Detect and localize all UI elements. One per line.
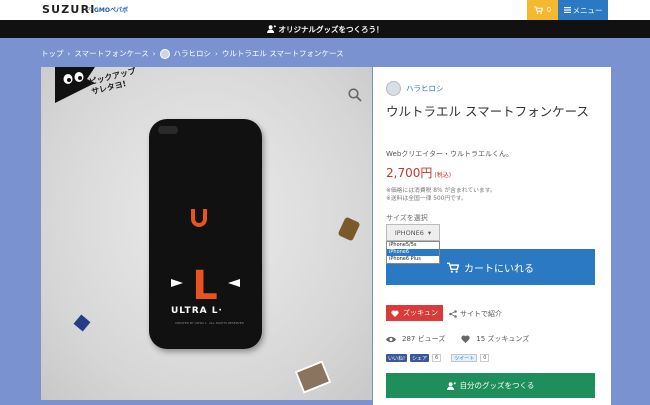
cart-count: 0 [546,6,552,14]
phone-letter-l: L [192,263,218,309]
product-image-panel[interactable]: ピックアップ サレタヨ! L ULTRA L· CREATED BY ULTRA… [41,67,372,400]
tweet-button[interactable]: ツイート [451,354,478,362]
cart-button[interactable]: 0 [527,0,558,20]
size-option[interactable]: iPhone6 [387,249,439,256]
likes-count: 15 ズッキュンズ [476,335,530,343]
facebook-share-button[interactable]: シェア [410,354,430,362]
share-label: サイトで紹介 [460,310,502,318]
product-title: ウルトラエル スマートフォンケース [386,104,589,119]
cart-icon [533,6,543,14]
phone-case-image: L ULTRA L· CREATED BY ULTRA L · ALL RIGH… [149,119,262,349]
add-user-icon [266,25,276,33]
make-own-goods-label: 自分のグッズをつくる [459,381,535,390]
logo-by-text: by [87,6,94,12]
favorite-label: ズッキュン [403,309,438,317]
phone-small-text: CREATED BY ULTRA L · ALL RIGHTS RESERVED [175,321,244,325]
size-select[interactable]: IPHONE6 ▾ [386,224,440,241]
size-selected-value: IPHONE6 [394,228,424,237]
decorative-photo-sticker [294,360,332,394]
hamburger-icon [563,7,571,13]
make-own-goods-button[interactable]: 自分のグッズをつくる [386,373,595,398]
create-goods-banner[interactable]: オリジナルグッズをつくろう！ [0,20,650,38]
cart-icon [447,262,459,273]
shipping-note: ※送料は全国一律 500円です。 [386,196,467,202]
views-count: 287 ビューズ [402,335,446,343]
social-buttons: いいね! シェア 6 ツイート 0 [386,354,490,362]
site-header: SUZURI by GMOペパボ 0 メニュー [0,0,650,20]
share-icon [449,310,457,318]
decorative-sticker-blue [73,314,91,332]
chevron-right-icon: › [67,49,71,58]
breadcrumb-top[interactable]: トップ [41,48,64,59]
product-price: 2,700円 (税込) [386,164,451,181]
breadcrumb-current: ウルトラエル スマートフォンケース [221,49,344,58]
add-to-cart-label: カートにいれる [464,263,534,275]
eye-icon [386,336,396,342]
phone-brand-text: ULTRA L· [171,306,223,316]
creator-avatar [386,81,401,96]
favorite-button[interactable]: ズッキュン [386,305,443,321]
product-info-panel: ハラヒロシ ウルトラエル スマートフォンケース Webクリエイター・ウルトラエル… [373,67,611,405]
size-option[interactable]: iPhone6 Plus [387,256,439,263]
creator-avatar-small [159,48,170,59]
dropdown-arrow-icon: ▾ [427,228,432,237]
facebook-like-button[interactable]: いいね! [386,354,408,362]
price-tax-label: (税込) [434,172,452,179]
breadcrumb: トップ › スマートフォンケース › ハラヒロシ › ウルトラエル スマートフォ… [41,48,344,59]
menu-label: メニュー [572,5,603,15]
product-description: Webクリエイター・ウルトラエルくん。 [386,150,513,158]
search-icon[interactable] [348,88,362,102]
breadcrumb-category[interactable]: スマートフォンケース [74,48,148,59]
heart-icon [391,309,399,317]
size-option[interactable]: iPhone5/5s [387,242,439,249]
add-user-icon [446,381,456,390]
tweet-count: 0 [480,354,490,362]
gmo-pepabo-logo[interactable]: GMOペパボ [94,5,128,14]
share-link[interactable]: サイトで紹介 [449,309,502,319]
breadcrumb-creator[interactable]: ハラヒロシ [174,48,212,59]
price-value: 2,700円 [386,166,433,180]
menu-button[interactable]: メニュー [558,0,608,20]
creator-link[interactable]: ハラヒロシ [386,81,444,96]
size-options-list[interactable]: iPhone5/5s iPhone6 iPhone6 Plus [386,241,440,264]
chevron-right-icon: › [152,49,156,58]
chevron-right-icon: › [215,49,218,58]
product-stats: 287 ビューズ 15 ズッキュンズ [386,334,529,344]
decorative-sticker-mascot [337,216,361,242]
create-goods-label: オリジナルグッズをつくろう！ [278,24,384,34]
size-select-label: サイズを選択 [386,214,428,222]
facebook-share-count: 6 [432,354,442,362]
heart-icon [461,335,470,343]
creator-name: ハラヒロシ [406,84,444,93]
